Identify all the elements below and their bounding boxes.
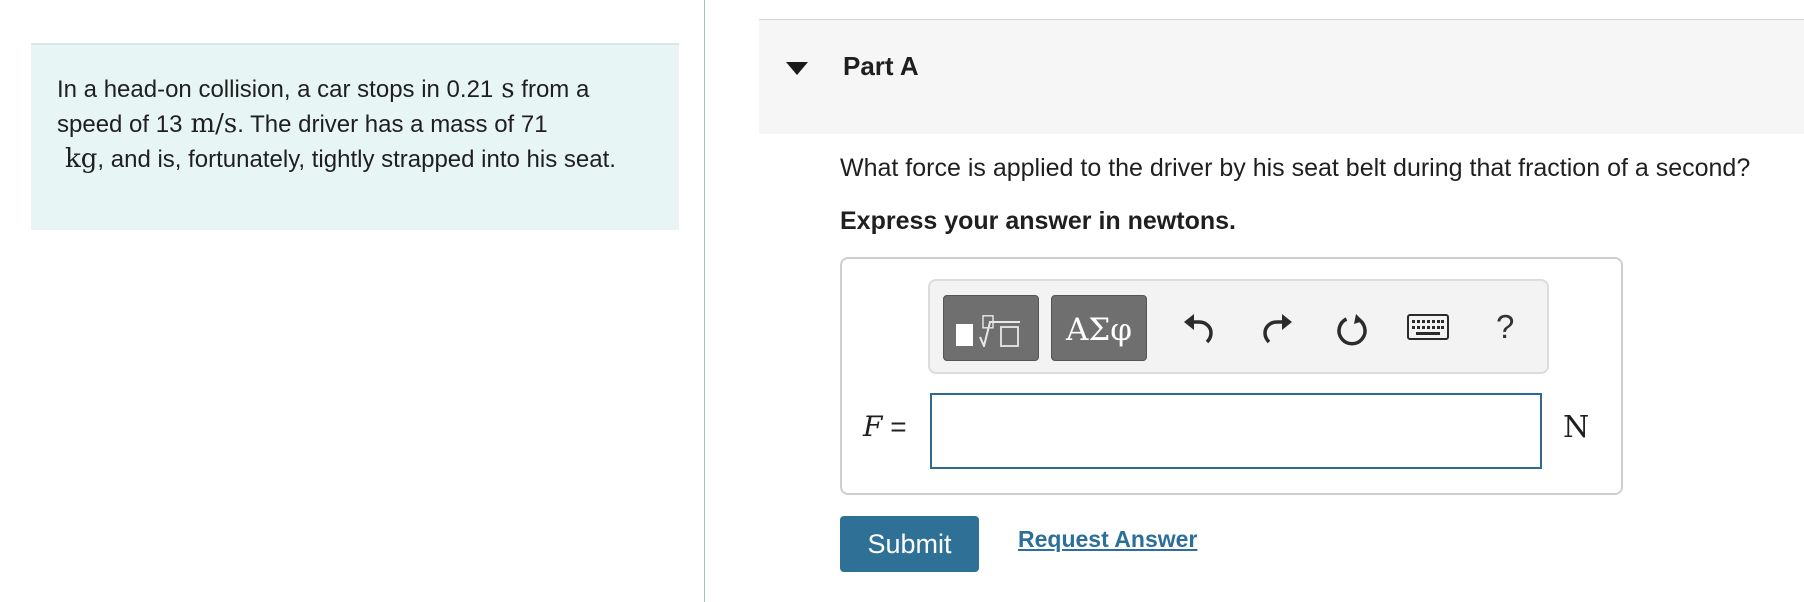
templates-button[interactable] — [943, 295, 1039, 361]
problem-text: In a head-on collision, a car stops in 0… — [57, 72, 655, 177]
reset-icon[interactable] — [1334, 311, 1370, 347]
keyboard-icon[interactable] — [1407, 314, 1449, 342]
problem-text-part-3: . The driver has a mass of 71 — [237, 111, 548, 138]
part-header[interactable]: Part A — [759, 19, 1804, 134]
templates-icon — [956, 315, 1020, 347]
equals-sign: = — [890, 411, 907, 442]
redo-icon[interactable] — [1260, 311, 1294, 345]
greek-symbols-label: ΑΣφ — [1065, 312, 1132, 348]
column-divider — [704, 0, 705, 602]
part-title: Part A — [843, 51, 919, 81]
unit-speed: m/s — [190, 109, 238, 139]
answer-instruction: Express your answer in newtons. — [840, 207, 1236, 235]
math-toolbar: ΑΣφ ? — [928, 279, 1549, 374]
question-text: What force is applied to the driver by h… — [840, 154, 1751, 182]
submit-button[interactable]: Submit — [840, 516, 979, 572]
answer-input[interactable] — [930, 393, 1542, 469]
greek-symbols-button[interactable]: ΑΣφ — [1051, 295, 1147, 361]
request-answer-link[interactable]: Request Answer — [1018, 526, 1197, 553]
unit-mass: kg — [65, 144, 98, 174]
problem-statement: In a head-on collision, a car stops in 0… — [31, 43, 679, 230]
variable-symbol: F — [863, 410, 883, 443]
help-icon[interactable]: ? — [1496, 309, 1514, 345]
collapse-caret-icon[interactable] — [786, 62, 808, 75]
unit-time: s — [501, 74, 515, 104]
problem-text-part-4: , and is, fortunately, tightly strapped … — [97, 146, 616, 173]
problem-text-part-1: In a head-on collision, a car stops in 0… — [57, 76, 494, 103]
undo-icon[interactable] — [1182, 311, 1216, 345]
answer-variable-label: F = — [863, 410, 907, 443]
answer-unit: N — [1563, 410, 1590, 445]
